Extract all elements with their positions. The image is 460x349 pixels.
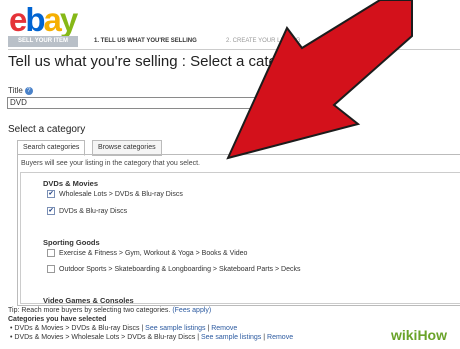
sample-listings-link[interactable]: See sample listings (201, 334, 261, 341)
tip-text: Tip: Reach more buyers by selecting two … (8, 307, 211, 314)
search-button[interactable] (258, 97, 294, 109)
checkbox[interactable] (47, 249, 55, 257)
option-label: Outdoor Sports > Skateboarding & Longboa… (59, 265, 301, 273)
remove-link[interactable]: Remove (267, 334, 293, 341)
option-exercise-fitness[interactable]: Exercise & Fitness > Gym, Workout & Yoga… (47, 249, 247, 257)
logo-letter-y: y (59, 1, 78, 38)
step-tell-us: 1. TELL US WHAT YOU'RE SELLING (94, 38, 197, 44)
remove-link[interactable]: Remove (211, 325, 237, 332)
checkbox[interactable] (47, 265, 55, 273)
selected-category-item: • DVDs & Movies > DVDs & Blu-ray Discs |… (10, 325, 237, 332)
step-sell-item: SELL YOUR ITEM (8, 36, 78, 47)
select-category-heading: Select a category (8, 124, 86, 135)
group-sporting-goods: Sporting Goods (43, 238, 100, 247)
header-divider (8, 49, 460, 50)
logo-letter-b: b (25, 1, 45, 38)
checkbox-checked[interactable]: ✔ (47, 190, 55, 198)
category-hint: Buyers will see your listing in the cate… (21, 160, 200, 167)
title-input[interactable]: DVD (7, 97, 259, 109)
selected-categories-heading: Categories you have selected (8, 316, 107, 323)
step-create-listing: 2. CREATE YOUR LISTING (226, 38, 301, 44)
option-label: DVDs & Blu-ray Discs (59, 207, 128, 215)
arrow-shape (226, 0, 413, 160)
option-dvds-bluray[interactable]: ✔ DVDs & Blu-ray Discs (47, 207, 127, 215)
help-icon[interactable]: ? (24, 86, 33, 95)
tip-body: Tip: Reach more buyers by selecting two … (8, 307, 173, 314)
logo-letter-e: e (9, 1, 27, 38)
option-label: Exercise & Fitness > Gym, Workout & Yoga… (59, 249, 248, 257)
wikihow-badge: wikiHow (383, 325, 454, 345)
selected-category-path: • DVDs & Movies > Wholesale Lots > DVDs … (10, 334, 201, 341)
selected-category-path: • DVDs & Movies > DVDs & Blu-ray Discs | (10, 325, 146, 332)
checkbox-checked[interactable]: ✔ (47, 207, 55, 215)
selected-category-item: • DVDs & Movies > Wholesale Lots > DVDs … (10, 334, 293, 341)
fees-link[interactable]: (Fees apply) (172, 307, 211, 314)
title-label-text: Title (8, 86, 23, 95)
step-review: REVIEW YOUR (320, 38, 363, 44)
ebay-logo: ebay (9, 1, 78, 38)
option-label: Wholesale Lots > DVDs & Blu-ray Discs (59, 190, 183, 198)
progress-steps: SELL YOUR ITEM 1. TELL US WHAT YOU'RE SE… (8, 36, 460, 47)
title-label: Title? (8, 86, 33, 95)
option-wholesale-dvds[interactable]: ✔ Wholesale Lots > DVDs & Blu-ray Discs (47, 190, 183, 198)
group-dvds-movies: DVDs & Movies (43, 179, 99, 188)
page-title: Tell us what you're selling : Select a c… (8, 53, 299, 70)
group-video-games: Video Games & Consoles (43, 296, 134, 305)
logo-letter-a: a (43, 1, 62, 38)
sample-listings-link[interactable]: See sample listings (145, 325, 205, 332)
option-outdoor-sports[interactable]: Outdoor Sports > Skateboarding & Longboa… (47, 265, 300, 273)
